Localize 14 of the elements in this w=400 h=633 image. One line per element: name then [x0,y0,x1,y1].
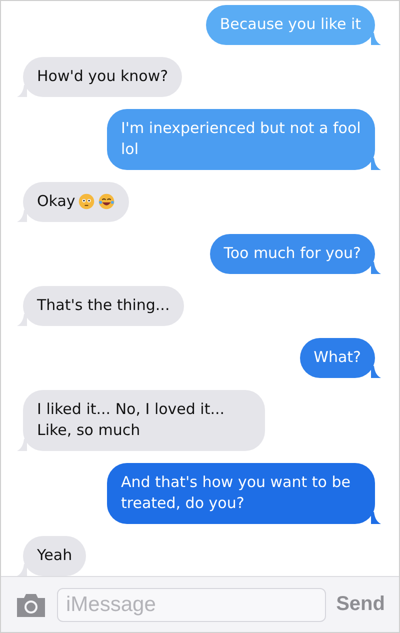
bubble-tail [371,512,381,524]
bubble-tail [17,439,27,451]
bubble-tail [17,314,27,326]
bubble-tail [371,366,381,378]
bubble-tail [371,262,381,274]
message-input[interactable]: iMessage [57,588,326,622]
bubble-tail [371,33,381,45]
laughing-face-icon [98,193,116,210]
flushed-face-icon [78,193,96,210]
bubble-tail [371,158,381,170]
bubble-tail [17,85,27,97]
bubble-tail [17,210,27,222]
send-button[interactable]: Send [336,593,385,616]
camera-icon[interactable] [15,592,47,616]
